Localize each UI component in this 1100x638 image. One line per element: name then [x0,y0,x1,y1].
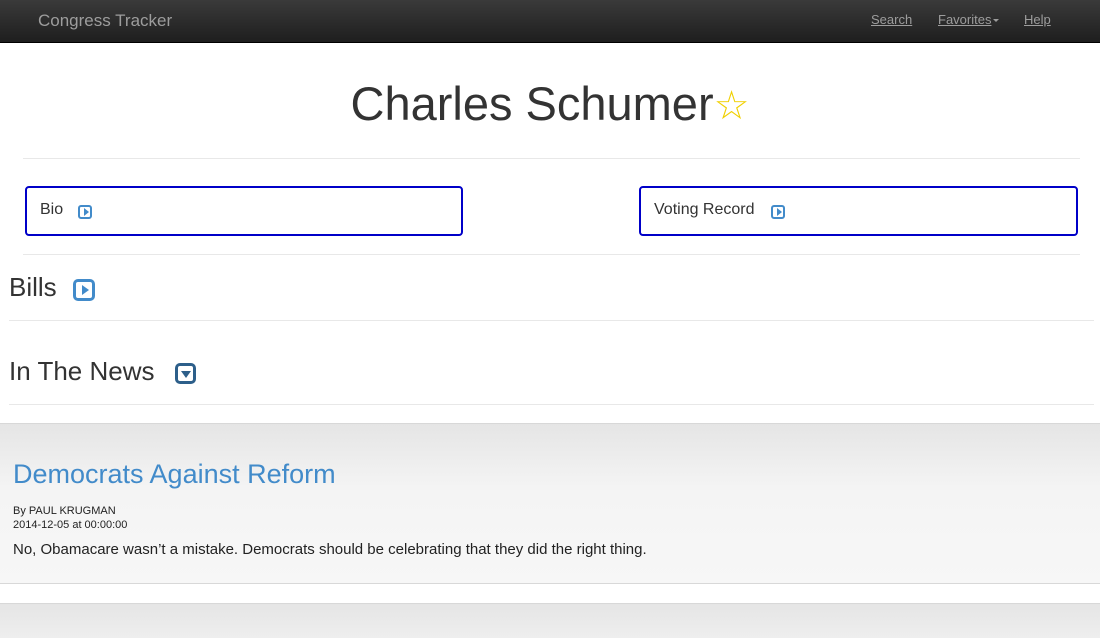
nav-help-link[interactable]: Help [1024,12,1051,27]
divider [23,158,1080,159]
news-article [0,603,1100,638]
caret-down-icon [993,19,1000,23]
favorite-star-icon[interactable]: ☆ [714,83,750,129]
voting-record-panel[interactable]: Voting Record [639,186,1078,236]
news-heading: In The News [9,356,155,386]
expand-right-icon[interactable] [73,279,95,301]
divider [9,404,1094,405]
brand-link[interactable]: Congress Tracker [38,11,172,31]
collapse-down-icon[interactable] [175,363,196,384]
top-navbar: Congress Tracker Search Favorites Help [0,0,1100,43]
nav-search-label: Search [871,12,913,27]
news-article-date: 2014-12-05 at 00:00:00 [13,519,128,531]
bio-label: Bio [40,201,64,218]
bills-heading: Bills [9,272,57,302]
nav-favorites-label: Favorites [938,12,992,27]
news-article-summary: No, Obamacare wasn’t a mistake. Democrat… [13,541,647,558]
voting-record-label: Voting Record [654,201,755,218]
expand-right-icon[interactable] [78,205,92,219]
divider [9,320,1094,321]
expand-right-icon[interactable] [771,205,785,219]
nav-favorites-dropdown[interactable]: Favorites [938,12,1000,27]
nav-help-label: Help [1024,12,1051,27]
news-article: Democrats Against Reform By PAUL KRUGMAN… [0,423,1100,584]
nav-search-link[interactable]: Search [871,12,912,27]
divider [23,254,1080,255]
news-article-title[interactable]: Democrats Against Reform [13,459,336,490]
legislator-header: Charles Schumer☆ [0,76,1100,131]
bio-panel[interactable]: Bio [25,186,463,236]
legislator-name: Charles Schumer [350,77,714,130]
news-article-byline: By PAUL KRUGMAN [13,505,116,517]
